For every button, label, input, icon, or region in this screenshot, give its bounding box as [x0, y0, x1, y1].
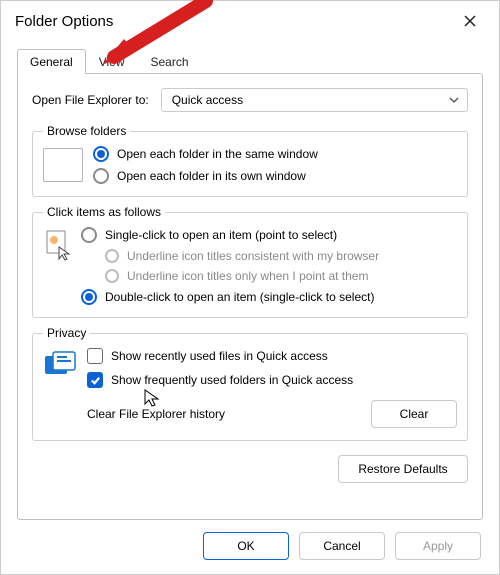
radio-own-window[interactable]: Open each folder in its own window	[93, 168, 318, 184]
tab-search-label: Search	[151, 55, 189, 69]
restore-defaults-label: Restore Defaults	[358, 462, 447, 476]
group-browse-folders: Browse folders Open each folder in the s…	[32, 124, 468, 197]
clear-button[interactable]: Clear	[371, 400, 457, 428]
tab-strip: General View Search	[17, 47, 483, 73]
clear-history-label: Clear File Explorer history	[87, 407, 225, 421]
clear-history-row: Clear File Explorer history Clear	[87, 400, 457, 428]
chevron-down-icon	[449, 95, 459, 105]
open-explorer-label: Open File Explorer to:	[32, 93, 149, 107]
radio-single-click-label: Single-click to open an item (point to s…	[105, 228, 337, 242]
tab-view[interactable]: View	[86, 49, 138, 74]
ok-button[interactable]: OK	[203, 532, 289, 560]
radio-icon	[93, 168, 109, 184]
check-recent-files[interactable]: Show recently used files in Quick access	[87, 348, 457, 364]
check-frequent-folders-label: Show frequently used folders in Quick ac…	[111, 373, 353, 387]
restore-defaults-button[interactable]: Restore Defaults	[338, 455, 468, 483]
radio-icon	[81, 289, 97, 305]
group-browse-legend: Browse folders	[43, 124, 130, 138]
group-click-legend: Click items as follows	[43, 205, 165, 219]
apply-button: Apply	[395, 532, 481, 560]
group-privacy: Privacy Show recently used fil	[32, 326, 468, 441]
radio-underline-browser: Underline icon titles consistent with my…	[105, 249, 379, 263]
checkbox-icon	[87, 372, 103, 388]
dialog-footer: OK Cancel Apply	[1, 520, 499, 574]
ok-button-label: OK	[237, 539, 254, 553]
radio-own-window-label: Open each folder in its own window	[117, 169, 306, 183]
tab-general[interactable]: General	[17, 49, 86, 74]
radio-icon	[105, 269, 119, 283]
privacy-icon	[43, 350, 77, 380]
radio-underline-browser-label: Underline icon titles consistent with my…	[127, 249, 379, 263]
click-item-icon	[43, 229, 71, 261]
radio-same-window[interactable]: Open each folder in the same window	[93, 146, 318, 162]
browse-folder-icon	[43, 148, 83, 182]
clear-button-label: Clear	[400, 407, 429, 421]
radio-same-window-label: Open each folder in the same window	[117, 147, 318, 161]
close-button[interactable]	[453, 7, 487, 35]
open-explorer-dropdown[interactable]: Quick access	[161, 88, 468, 112]
radio-icon	[81, 227, 97, 243]
radio-underline-point-label: Underline icon titles only when I point …	[127, 269, 368, 283]
folder-options-dialog: Folder Options General View Search Open …	[0, 0, 500, 575]
tab-panel-general: Open File Explorer to: Quick access Brow…	[17, 73, 483, 520]
close-icon	[464, 15, 476, 27]
restore-defaults-row: Restore Defaults	[32, 455, 468, 483]
check-recent-files-label: Show recently used files in Quick access	[111, 349, 328, 363]
open-explorer-row: Open File Explorer to: Quick access	[32, 88, 468, 112]
radio-single-click[interactable]: Single-click to open an item (point to s…	[81, 227, 379, 243]
radio-double-click-label: Double-click to open an item (single-cli…	[105, 290, 374, 304]
check-frequent-folders[interactable]: Show frequently used folders in Quick ac…	[87, 372, 457, 388]
radio-underline-point: Underline icon titles only when I point …	[105, 269, 379, 283]
group-privacy-legend: Privacy	[43, 326, 90, 340]
tab-search[interactable]: Search	[138, 49, 202, 74]
group-click-items: Click items as follows Single-click to o…	[32, 205, 468, 318]
tabs-region: General View Search Open File Explorer t…	[1, 41, 499, 520]
cancel-button[interactable]: Cancel	[299, 532, 385, 560]
radio-double-click[interactable]: Double-click to open an item (single-cli…	[81, 289, 379, 305]
checkbox-icon	[87, 348, 103, 364]
window-title: Folder Options	[15, 13, 113, 30]
cancel-button-label: Cancel	[323, 539, 360, 553]
radio-icon	[105, 249, 119, 263]
titlebar: Folder Options	[1, 1, 499, 41]
open-explorer-value: Quick access	[172, 93, 243, 107]
apply-button-label: Apply	[423, 539, 453, 553]
tab-view-label: View	[99, 55, 125, 69]
radio-icon	[93, 146, 109, 162]
tab-general-label: General	[30, 55, 73, 69]
